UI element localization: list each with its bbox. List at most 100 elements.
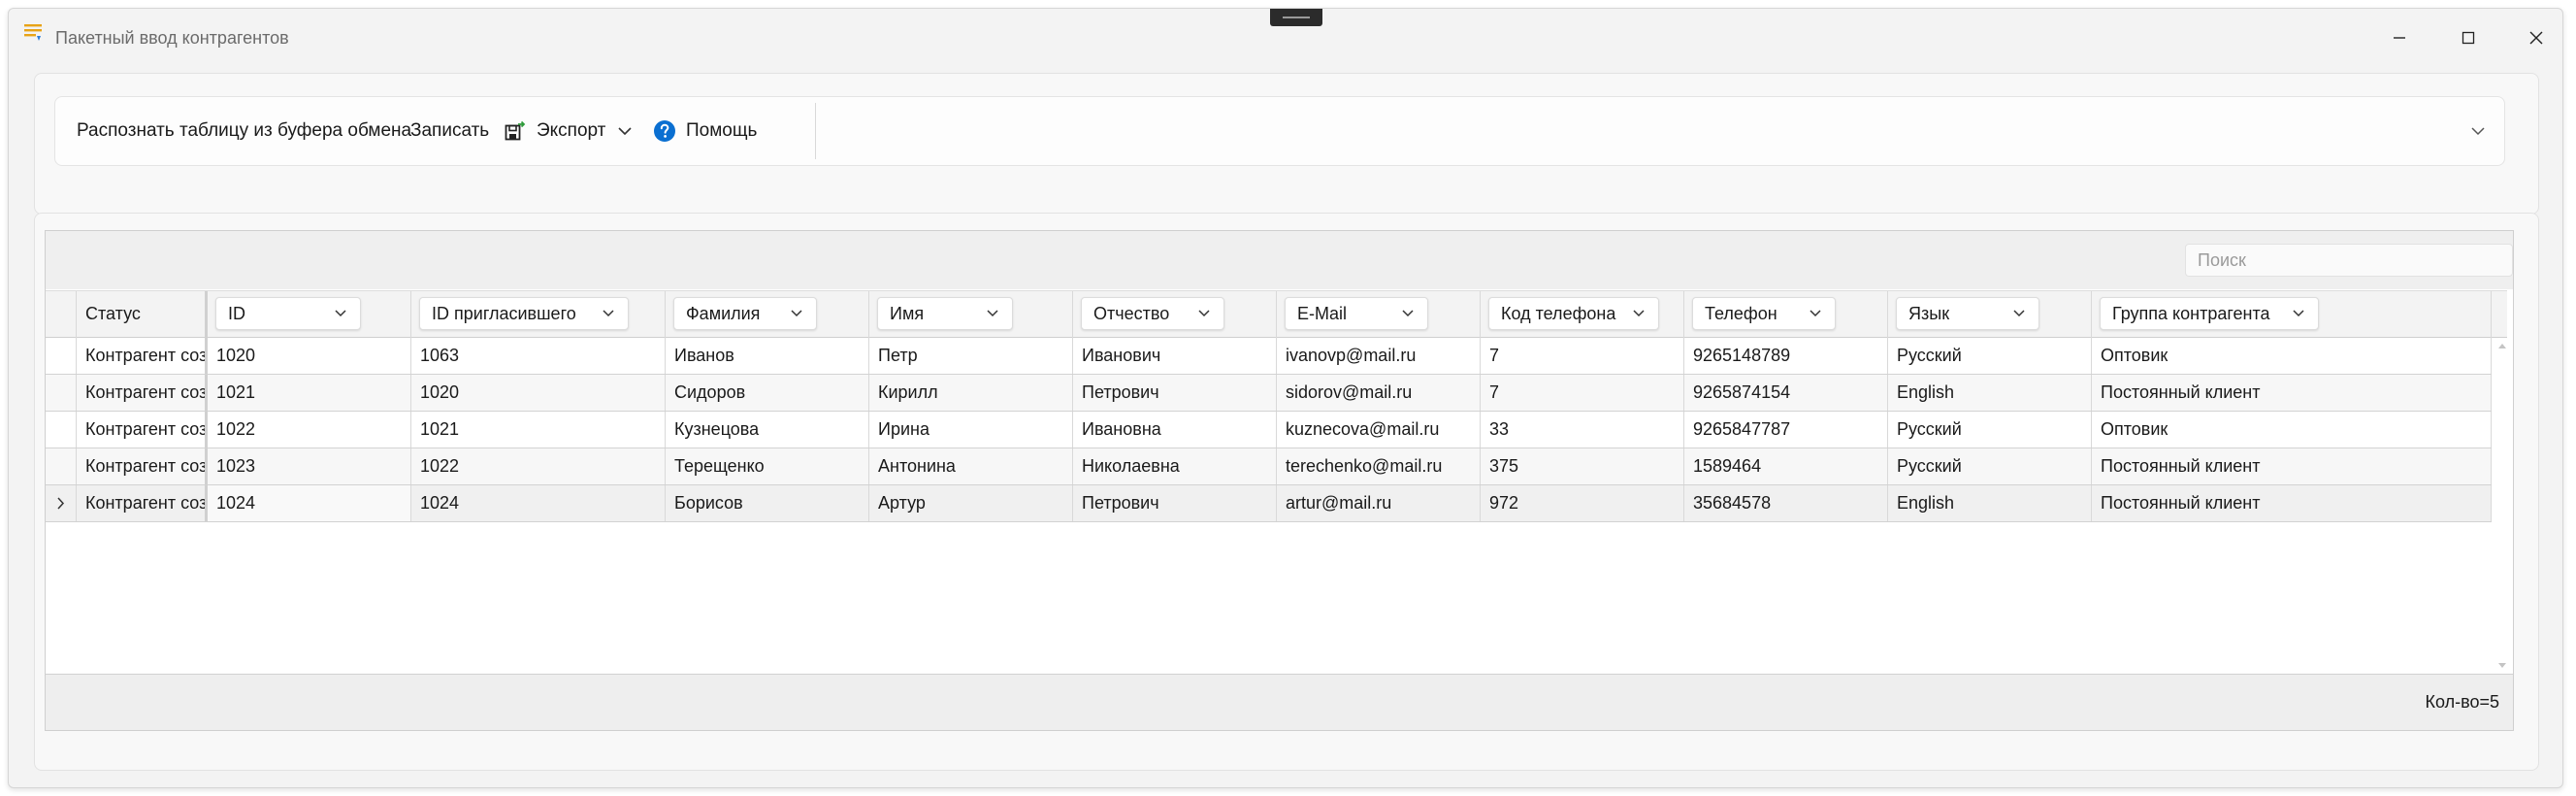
column-header-id[interactable]: ID xyxy=(208,291,411,338)
column-header-first-name[interactable]: Имя xyxy=(869,291,1073,338)
cell-email[interactable]: sidorov@mail.ru xyxy=(1277,375,1481,411)
cell-counterparty-group[interactable]: Постоянный клиент xyxy=(2092,485,2492,521)
column-filter-button[interactable]: Отчество xyxy=(1081,297,1224,330)
cell-status[interactable]: Контрагент создан xyxy=(77,448,208,484)
cell-patronymic[interactable]: Николаевна xyxy=(1073,448,1277,484)
cell-status[interactable]: Контрагент создан xyxy=(77,412,208,448)
table-row[interactable]: Контрагент создан 1021 1020 Сидоров Кири… xyxy=(46,375,2492,412)
vertical-scrollbar[interactable] xyxy=(2492,338,2513,674)
column-filter-button[interactable]: Имя xyxy=(877,297,1013,330)
cell-first-name[interactable]: Антонина xyxy=(869,448,1073,484)
cell-phone-code[interactable]: 375 xyxy=(1481,448,1684,484)
column-filter-button[interactable]: Телефон xyxy=(1692,297,1836,330)
scroll-down-arrow-icon[interactable] xyxy=(2498,663,2506,668)
cell-status[interactable]: Контрагент создан xyxy=(77,485,208,521)
cell-email[interactable]: artur@mail.ru xyxy=(1277,485,1481,521)
row-header[interactable] xyxy=(46,448,77,484)
cell-language[interactable]: Русский xyxy=(1888,412,2092,448)
cell-inviter-id[interactable]: 1063 xyxy=(411,338,666,374)
column-header-phone[interactable]: Телефон xyxy=(1684,291,1888,338)
cell-email[interactable]: kuznecova@mail.ru xyxy=(1277,412,1481,448)
cell-status[interactable]: Контрагент создан xyxy=(77,375,208,411)
table-row[interactable]: Контрагент создан 1020 1063 Иванов Петр … xyxy=(46,338,2492,375)
cell-patronymic[interactable]: Петрович xyxy=(1073,485,1277,521)
cell-inviter-id[interactable]: 1022 xyxy=(411,448,666,484)
cell-first-name[interactable]: Кирилл xyxy=(869,375,1073,411)
column-header-label: Группа контрагента xyxy=(2112,303,2270,323)
column-header-last-name[interactable]: Фамилия xyxy=(666,291,869,338)
table-row[interactable]: Контрагент создан 1022 1021 Кузнецова Ир… xyxy=(46,412,2492,448)
column-filter-button[interactable]: ID xyxy=(215,297,361,330)
cell-first-name[interactable]: Петр xyxy=(869,338,1073,374)
close-button[interactable] xyxy=(2512,18,2560,57)
cell-inviter-id[interactable]: 1020 xyxy=(411,375,666,411)
column-filter-button[interactable]: Код телефона xyxy=(1488,297,1659,330)
column-header-patronymic[interactable]: Отчество xyxy=(1073,291,1277,338)
scroll-up-arrow-icon[interactable] xyxy=(2498,344,2506,348)
cell-counterparty-group[interactable]: Постоянный клиент xyxy=(2092,448,2492,484)
column-filter-button[interactable]: Группа контрагента xyxy=(2100,297,2319,330)
cell-phone-code[interactable]: 7 xyxy=(1481,338,1684,374)
cell-id[interactable]: 1023 xyxy=(208,448,411,484)
cell-status[interactable]: Контрагент создан xyxy=(77,338,208,374)
cell-last-name[interactable]: Кузнецова xyxy=(666,412,869,448)
cell-phone-code[interactable]: 33 xyxy=(1481,412,1684,448)
cell-last-name[interactable]: Сидоров xyxy=(666,375,869,411)
cell-last-name[interactable]: Борисов xyxy=(666,485,869,521)
cell-email[interactable]: terechenko@mail.ru xyxy=(1277,448,1481,484)
cell-phone[interactable]: 9265874154 xyxy=(1684,375,1888,411)
recognize-clipboard-button[interactable]: Распознать таблицу из буфера обмена xyxy=(77,97,411,165)
row-header[interactable] xyxy=(46,485,77,521)
cell-counterparty-group[interactable]: Оптовик xyxy=(2092,338,2492,374)
column-filter-button[interactable]: Фамилия xyxy=(673,297,817,330)
cell-language[interactable]: Русский xyxy=(1888,448,2092,484)
cell-email[interactable]: ivanovp@mail.ru xyxy=(1277,338,1481,374)
cell-phone-code[interactable]: 7 xyxy=(1481,375,1684,411)
cell-patronymic[interactable]: Ивановна xyxy=(1073,412,1277,448)
cell-inviter-id[interactable]: 1024 xyxy=(411,485,666,521)
column-filter-button[interactable]: ID пригласившего xyxy=(419,297,629,330)
minimize-button[interactable] xyxy=(2375,18,2424,57)
cell-language[interactable]: English xyxy=(1888,375,2092,411)
cell-id[interactable]: 1024 xyxy=(208,485,411,521)
cell-last-name[interactable]: Терещенко xyxy=(666,448,869,484)
cell-first-name[interactable]: Артур xyxy=(869,485,1073,521)
cell-language[interactable]: Русский xyxy=(1888,338,2092,374)
table-row[interactable]: Контрагент создан 1023 1022 Терещенко Ан… xyxy=(46,448,2492,485)
cell-id[interactable]: 1020 xyxy=(208,338,411,374)
cell-last-name[interactable]: Иванов xyxy=(666,338,869,374)
row-header[interactable] xyxy=(46,375,77,411)
cell-phone-code[interactable]: 972 xyxy=(1481,485,1684,521)
cell-phone[interactable]: 9265148789 xyxy=(1684,338,1888,374)
column-filter-button[interactable]: E-Mail xyxy=(1285,297,1428,330)
cell-phone[interactable]: 9265847787 xyxy=(1684,412,1888,448)
column-header-status[interactable]: Статус xyxy=(77,291,208,338)
cell-patronymic[interactable]: Петрович xyxy=(1073,375,1277,411)
column-header-phone-code[interactable]: Код телефона xyxy=(1481,291,1684,338)
table-row-selected[interactable]: Контрагент создан 1024 1024 Борисов Арту… xyxy=(46,485,2492,522)
export-button[interactable]: Экспорт xyxy=(504,97,633,165)
search-input[interactable] xyxy=(2185,244,2513,277)
help-button[interactable]: Помощь xyxy=(653,97,757,165)
column-header-counterparty-group[interactable]: Группа контрагента xyxy=(2092,291,2492,338)
cell-patronymic[interactable]: Иванович xyxy=(1073,338,1277,374)
column-filter-button[interactable]: Язык xyxy=(1896,297,2039,330)
cell-id[interactable]: 1021 xyxy=(208,375,411,411)
cell-id[interactable]: 1022 xyxy=(208,412,411,448)
chevron-down-icon xyxy=(603,310,614,317)
cell-phone[interactable]: 35684578 xyxy=(1684,485,1888,521)
row-header[interactable] xyxy=(46,338,77,374)
cell-counterparty-group[interactable]: Оптовик xyxy=(2092,412,2492,448)
cell-phone[interactable]: 1589464 xyxy=(1684,448,1888,484)
column-header-language[interactable]: Язык xyxy=(1888,291,2092,338)
maximize-button[interactable] xyxy=(2444,18,2493,57)
cell-first-name[interactable]: Ирина xyxy=(869,412,1073,448)
cell-language[interactable]: English xyxy=(1888,485,2092,521)
save-button[interactable]: Записать xyxy=(410,97,489,165)
column-header-inviter-id[interactable]: ID пригласившего xyxy=(411,291,666,338)
row-header[interactable] xyxy=(46,412,77,448)
cell-inviter-id[interactable]: 1021 xyxy=(411,412,666,448)
ribbon-expand-button[interactable] xyxy=(2469,97,2487,165)
column-header-email[interactable]: E-Mail xyxy=(1277,291,1481,338)
cell-counterparty-group[interactable]: Постоянный клиент xyxy=(2092,375,2492,411)
